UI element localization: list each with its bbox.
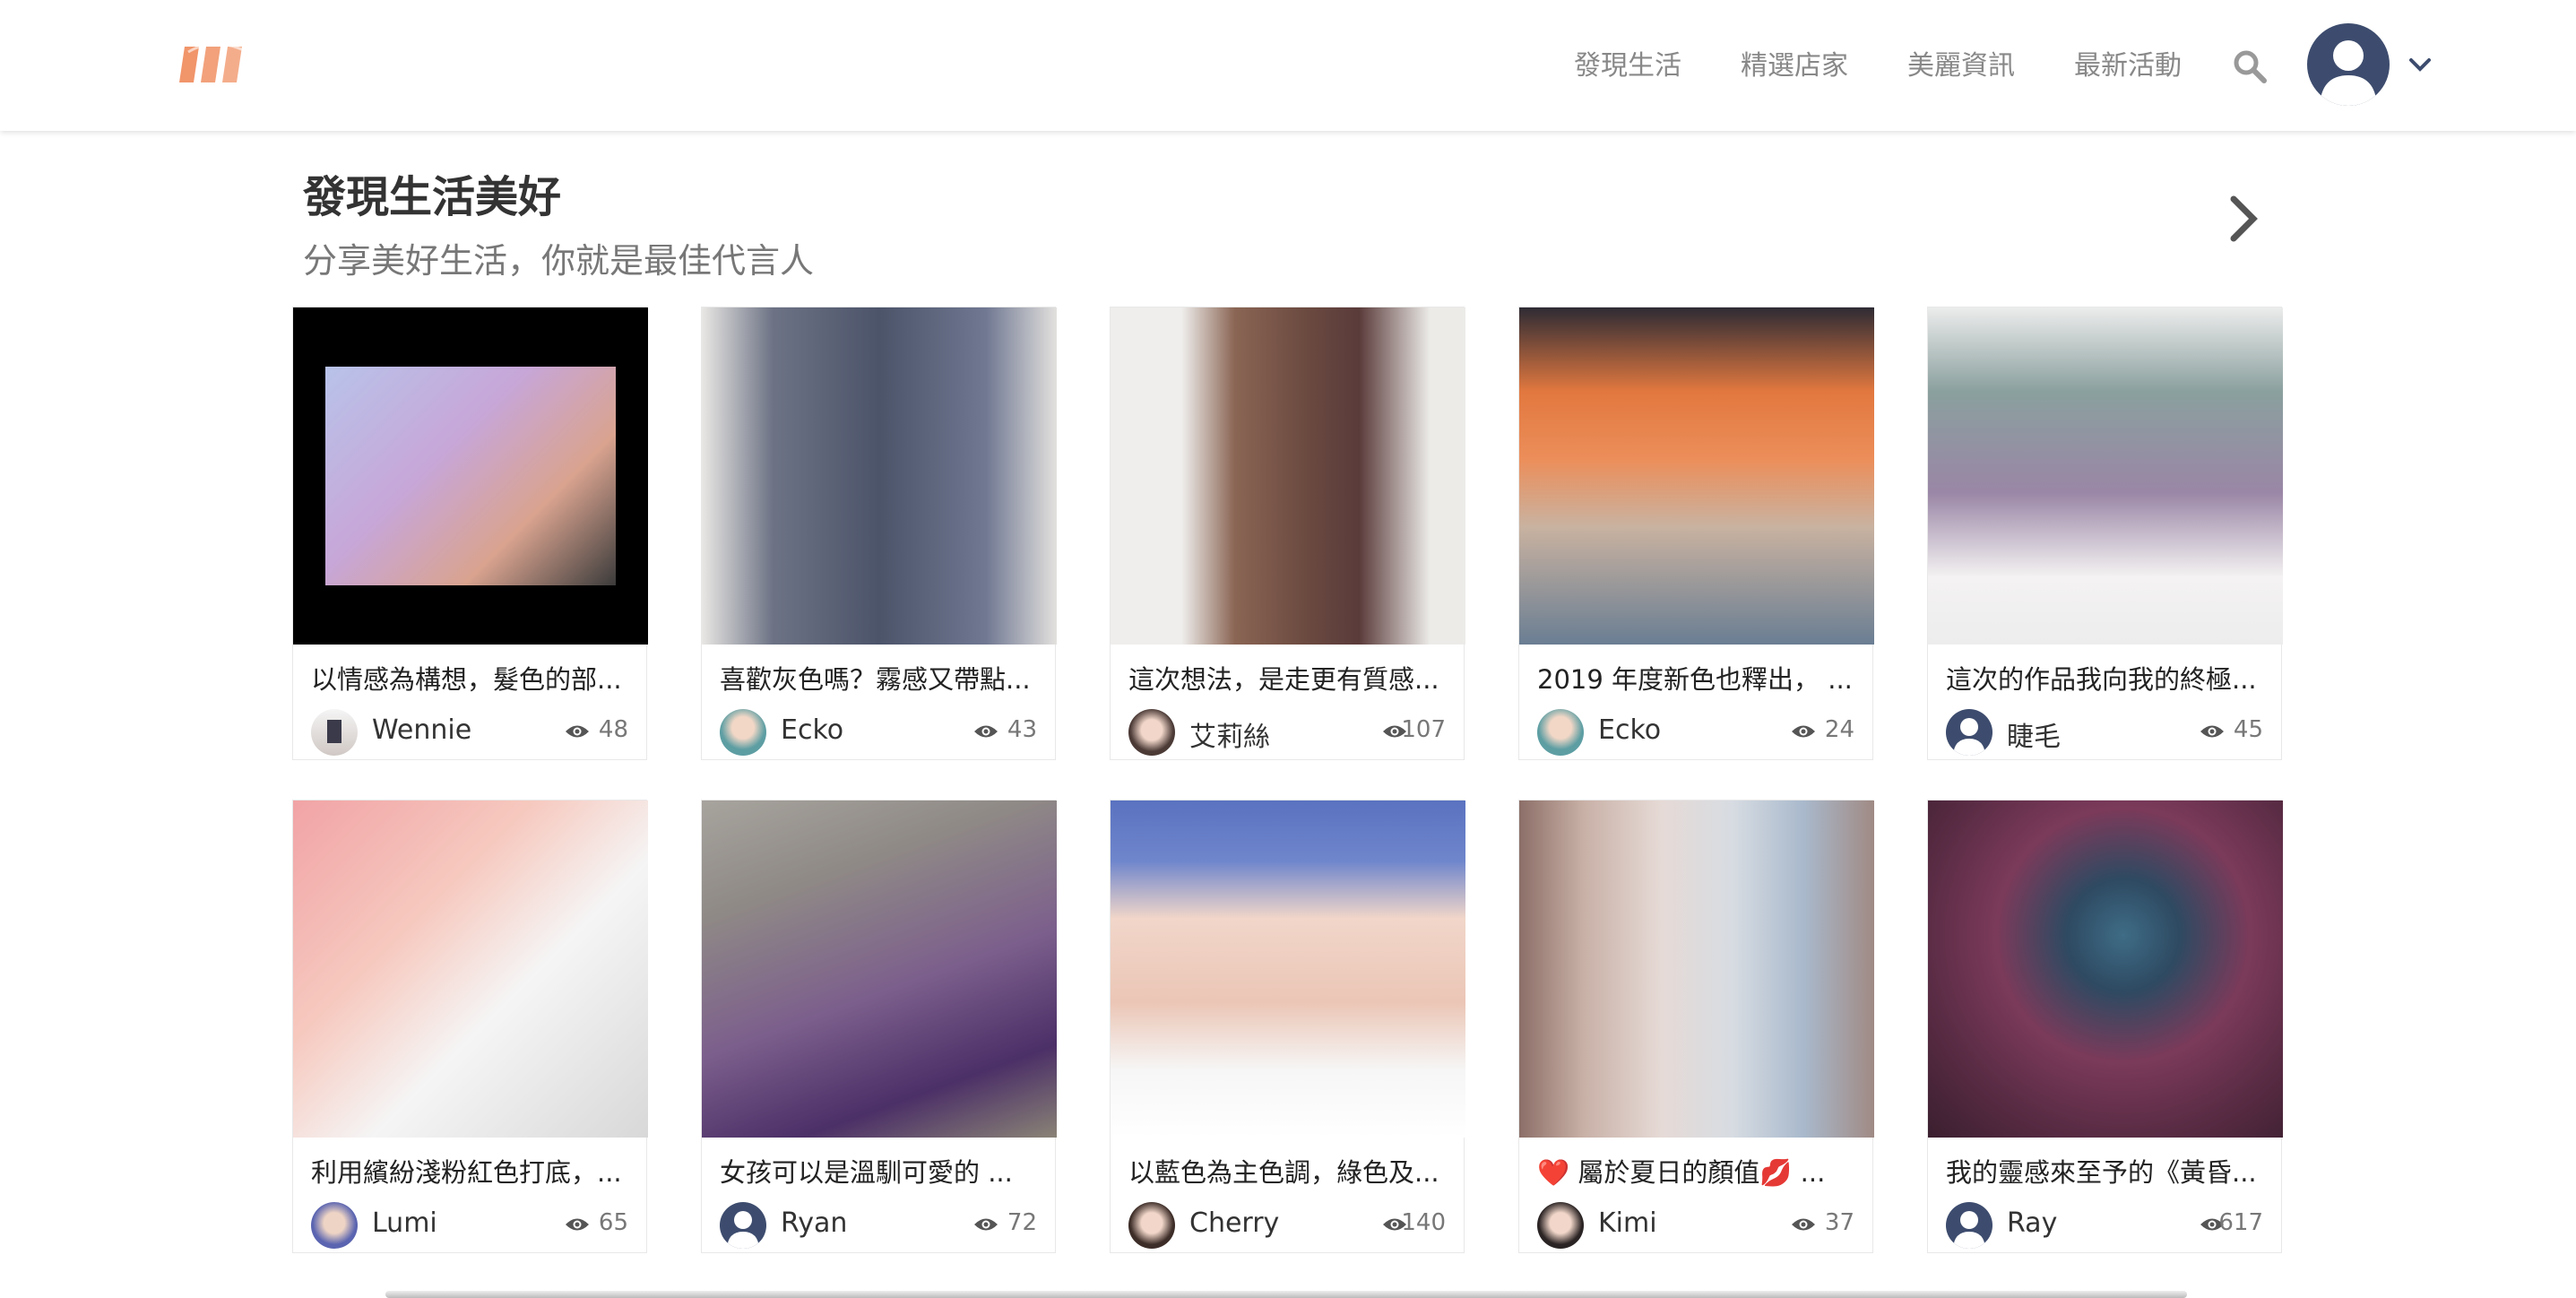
brand-logo-icon[interactable] <box>179 39 251 90</box>
author-avatar[interactable] <box>1946 1202 1993 1249</box>
post-card[interactable]: 以藍色為主色調，綠色及... Cherry 140 <box>1110 800 1465 1253</box>
post-image[interactable] <box>1111 800 1465 1138</box>
view-count: 107 <box>1401 716 1446 743</box>
post-caption: 喜歡灰色嗎？霧感又帶點... <box>720 664 1031 695</box>
author-name[interactable]: 艾莉絲 <box>1189 714 1270 754</box>
post-image[interactable] <box>1928 307 2283 645</box>
author-name[interactable]: Ryan <box>781 1207 847 1239</box>
post-image[interactable] <box>293 307 648 645</box>
post-caption: 我的靈感來至予的《黃昏... <box>1946 1157 2257 1188</box>
post-image[interactable] <box>1519 800 1874 1138</box>
author-avatar[interactable] <box>720 1202 766 1249</box>
nav-discover-life[interactable]: 發現生活 <box>1574 43 1681 82</box>
post-caption: 以情感為構想，髮色的部... <box>311 664 622 695</box>
post-card[interactable]: 2019 年度新色也釋出， ... Ecko 24 <box>1518 307 1874 760</box>
chevron-right-icon[interactable] <box>2221 192 2266 246</box>
post-caption: 2019 年度新色也釋出， ... <box>1537 664 1853 695</box>
post-card[interactable]: 我的靈感來至予的《黃昏... Ray 617 <box>1927 800 2283 1253</box>
post-card[interactable]: 女孩可以是溫馴可愛的 ... Ryan 72 <box>701 800 1057 1253</box>
author-name[interactable]: 睫毛 <box>2007 714 2061 754</box>
author-name[interactable]: Ecko <box>781 714 843 746</box>
post-caption: 女孩可以是溫馴可愛的 ... <box>720 1157 1013 1188</box>
view-count: 48 <box>598 716 628 743</box>
post-card[interactable]: 以情感為構想，髮色的部... Wennie 48 <box>292 307 648 760</box>
post-caption: 以藍色為主色調，綠色及... <box>1128 1157 1439 1188</box>
eye-icon <box>974 1218 998 1231</box>
view-count: 37 <box>1824 1209 1854 1236</box>
post-caption: 這次想法，是走更有質感... <box>1128 664 1439 695</box>
user-avatar[interactable] <box>2307 23 2390 106</box>
chevron-down-icon[interactable] <box>2407 52 2433 77</box>
author-name[interactable]: Wennie <box>372 714 471 746</box>
author-avatar[interactable] <box>311 1202 358 1249</box>
author-avatar[interactable] <box>311 709 358 756</box>
post-caption: ❤️ 屬於夏日的顏值💋 ... <box>1537 1157 1826 1188</box>
author-avatar[interactable] <box>1537 709 1584 756</box>
default-user-icon <box>727 1211 759 1249</box>
post-card[interactable]: ❤️ 屬於夏日的顏值💋 ... Kimi 37 <box>1518 800 1874 1253</box>
eye-icon <box>566 725 589 738</box>
scroll-edge <box>385 1291 2187 1298</box>
post-image[interactable] <box>293 800 648 1138</box>
post-image[interactable] <box>1519 307 1874 645</box>
author-name[interactable]: Ray <box>2007 1207 2057 1239</box>
author-name[interactable]: Cherry <box>1189 1207 1279 1239</box>
author-avatar[interactable] <box>1128 1202 1175 1249</box>
section-subtitle: 分享美好生活，你就是最佳代言人 <box>303 241 815 281</box>
post-card[interactable]: 喜歡灰色嗎？霧感又帶點... Ecko 43 <box>701 307 1057 760</box>
eye-icon <box>1792 1218 1815 1231</box>
post-caption: 利用繽紛淺粉紅色打底，... <box>311 1157 622 1188</box>
author-avatar[interactable] <box>1128 709 1175 756</box>
author-avatar[interactable] <box>1946 709 1993 756</box>
view-count: 72 <box>1007 1209 1037 1236</box>
post-image[interactable] <box>1111 307 1465 645</box>
author-name[interactable]: Lumi <box>372 1207 437 1239</box>
post-image[interactable] <box>702 307 1057 645</box>
view-count: 65 <box>598 1209 628 1236</box>
search-icon[interactable] <box>2232 48 2268 84</box>
post-card[interactable]: 利用繽紛淺粉紅色打底，... Lumi 65 <box>292 800 648 1253</box>
default-user-icon <box>1953 718 1985 756</box>
nav-featured-stores[interactable]: 精選店家 <box>1741 43 1848 82</box>
post-image[interactable] <box>1928 800 2283 1138</box>
eye-icon <box>974 725 998 738</box>
nav-latest-events[interactable]: 最新活動 <box>2074 43 2182 82</box>
eye-icon <box>566 1218 589 1231</box>
view-count: 45 <box>2233 716 2263 743</box>
default-user-icon <box>1953 1211 1985 1249</box>
author-avatar[interactable] <box>720 709 766 756</box>
author-name[interactable]: Kimi <box>1598 1207 1657 1239</box>
default-user-icon <box>2320 40 2377 106</box>
view-count: 140 <box>1401 1209 1446 1236</box>
section-title: 發現生活美好 <box>303 172 562 222</box>
eye-icon <box>2200 725 2224 738</box>
eye-icon <box>1792 725 1815 738</box>
post-card[interactable]: 這次想法，是走更有質感... 艾莉絲 107 <box>1110 307 1465 760</box>
top-navbar: 發現生活 精選店家 美麗資訊 最新活動 <box>0 0 2576 131</box>
author-avatar[interactable] <box>1537 1202 1584 1249</box>
view-count: 43 <box>1007 716 1037 743</box>
author-name[interactable]: Ecko <box>1598 714 1661 746</box>
post-image[interactable] <box>702 800 1057 1138</box>
post-caption: 這次的作品我向我的終極... <box>1946 664 2257 695</box>
nav-beauty-info[interactable]: 美麗資訊 <box>1907 43 2015 82</box>
view-count: 24 <box>1824 716 1854 743</box>
view-count: 617 <box>2218 1209 2263 1236</box>
post-card[interactable]: 這次的作品我向我的終極... 睫毛 45 <box>1927 307 2283 760</box>
